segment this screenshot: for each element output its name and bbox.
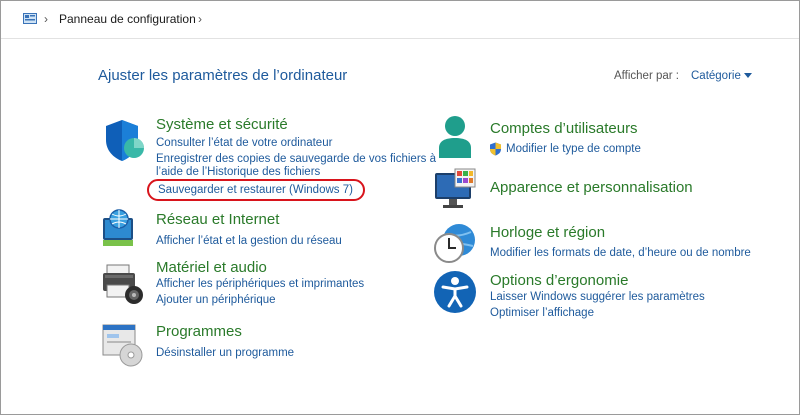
page-title: Ajuster les paramètres de l’ordinateur: [98, 67, 348, 84]
control-panel-icon: [23, 13, 37, 24]
view-by-label: Afficher par :: [614, 70, 679, 82]
category-programs[interactable]: Programmes: [156, 323, 242, 340]
link-network-status[interactable]: Afficher l’état et la gestion du réseau: [156, 234, 342, 248]
category-appearance[interactable]: Apparence et personnalisation: [490, 179, 693, 196]
user-accounts-icon[interactable]: [433, 114, 477, 158]
link-change-account-type[interactable]: Modifier le type de compte: [506, 142, 641, 156]
view-by-dropdown[interactable]: Catégorie: [691, 70, 741, 82]
chevron-right-icon[interactable]: ›: [198, 12, 202, 26]
link-optimize-display[interactable]: Optimiser l’affichage: [490, 306, 594, 320]
category-ease-of-access[interactable]: Options d’ergonomie: [490, 272, 628, 289]
category-network-internet[interactable]: Réseau et Internet: [156, 211, 279, 228]
shield-icon[interactable]: [102, 118, 146, 162]
link-file-history-cont[interactable]: l’aide de l’Historique des fichiers: [156, 165, 320, 179]
network-globe-icon[interactable]: [98, 206, 142, 250]
link-file-history[interactable]: Enregistrer des copies de sauvegarde de …: [156, 152, 436, 166]
printer-icon[interactable]: [101, 261, 145, 305]
link-windows-suggest-settings[interactable]: Laisser Windows suggérer les paramètres: [490, 290, 705, 304]
programs-disc-icon[interactable]: [101, 323, 145, 367]
chevron-right-icon[interactable]: ›: [44, 12, 48, 26]
link-view-computer-status[interactable]: Consulter l’état de votre ordinateur: [156, 136, 332, 150]
uac-shield-icon: [490, 142, 501, 156]
address-bar[interactable]: › Panneau de configuration ›: [1, 1, 799, 39]
dropdown-arrow-icon[interactable]: [744, 73, 752, 78]
clock-globe-icon[interactable]: [433, 220, 477, 264]
category-clock-region[interactable]: Horloge et région: [490, 224, 605, 241]
accessibility-icon[interactable]: [433, 270, 477, 314]
link-add-device[interactable]: Ajouter un périphérique: [156, 293, 276, 307]
category-system-security[interactable]: Système et sécurité: [156, 116, 288, 133]
link-devices-printers[interactable]: Afficher les périphériques et imprimante…: [156, 277, 364, 291]
category-hardware-sound[interactable]: Matériel et audio: [156, 259, 267, 276]
breadcrumb[interactable]: Panneau de configuration: [59, 12, 196, 26]
category-user-accounts[interactable]: Comptes d’utilisateurs: [490, 120, 638, 137]
link-uninstall-program[interactable]: Désinstaller un programme: [156, 346, 294, 360]
link-date-time-formats[interactable]: Modifier les formats de date, d’heure ou…: [490, 246, 751, 260]
monitor-palette-icon[interactable]: [433, 167, 477, 211]
highlight-circle: [147, 179, 365, 201]
